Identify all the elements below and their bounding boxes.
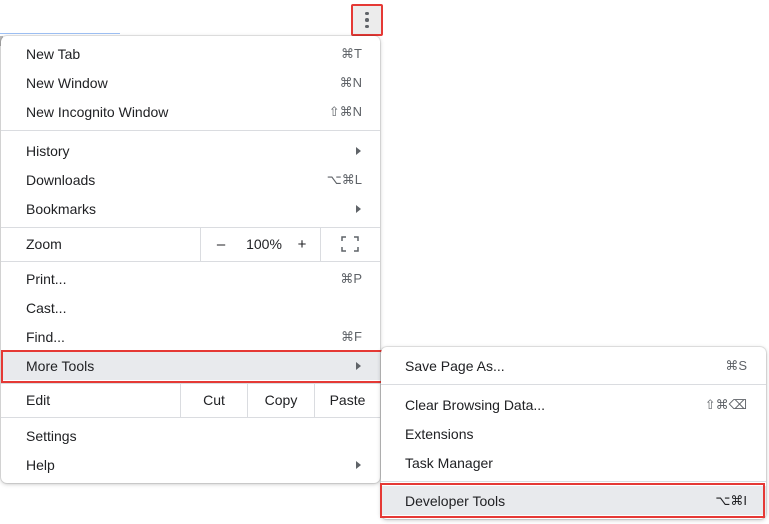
edit-label: Edit [26,392,51,408]
menu-item-shortcut: ⌘P [340,270,362,286]
menu-item-more-tools[interactable]: More Tools [1,351,380,380]
menu-item-label: Extensions [405,425,474,442]
fullscreen-icon[interactable] [341,236,359,252]
kebab-icon [365,11,369,29]
menu-item-label: History [26,142,70,159]
more-tools-submenu: Save Page As... ⌘S Clear Browsing Data..… [381,347,766,519]
menu-item-label: Cast... [26,299,67,316]
menu-item-label: Print... [26,270,67,287]
zoom-in-button[interactable]: + [292,228,312,261]
copy-button[interactable]: Copy [247,384,314,417]
zoom-row: Zoom – 100% + [1,228,380,261]
menu-item-shortcut: ⌘N [339,74,362,90]
menu-item-shortcut: ⌘F [341,328,362,344]
submenu-arrow-icon [356,460,361,469]
menu-item-shortcut: ⌘S [725,357,747,373]
customize-menu-button[interactable] [351,4,383,36]
menu-item-print[interactable]: Print... ⌘P [1,264,380,293]
menu-item-label: Bookmarks [26,200,97,217]
menu-separator [1,417,380,418]
menu-item-shortcut: ⌘T [341,45,362,61]
menu-item-label: Downloads [26,171,96,188]
menu-item-label: Task Manager [405,454,493,471]
menu-item-new-window[interactable]: New Window ⌘N [1,68,380,97]
menu-item-label: Developer Tools [405,492,506,509]
zoom-label: Zoom [26,236,62,252]
submenu-item-save-page-as[interactable]: Save Page As... ⌘S [381,351,766,380]
submenu-item-task-manager[interactable]: Task Manager [381,448,766,477]
cut-button[interactable]: Cut [180,384,247,417]
menu-item-label: Save Page As... [405,357,505,374]
menu-item-label: Clear Browsing Data... [405,396,546,413]
submenu-item-clear-browsing-data[interactable]: Clear Browsing Data... ⇧⌘⌫ [381,390,766,419]
zoom-out-button[interactable]: – [211,228,231,261]
submenu-arrow-icon [356,361,361,370]
menu-item-bookmarks[interactable]: Bookmarks [1,194,380,223]
submenu-item-developer-tools[interactable]: Developer Tools ⌥⌘I [381,486,766,515]
menu-separator [1,130,380,131]
menu-item-shortcut: ⌥⌘L [326,171,362,187]
menu-item-label: Help [26,456,55,473]
menu-item-new-incognito-window[interactable]: New Incognito Window ⇧⌘N [1,97,380,126]
menu-item-label: New Tab [26,45,81,62]
menu-item-label: New Incognito Window [26,103,169,120]
edit-row: Edit Cut Copy Paste [1,384,380,417]
menu-item-downloads[interactable]: Downloads ⌥⌘L [1,165,380,194]
menu-item-shortcut: ⇧⌘⌫ [704,396,747,412]
paste-button[interactable]: Paste [314,384,380,417]
submenu-arrow-icon [356,146,361,155]
menu-item-shortcut: ⌥⌘I [715,492,747,508]
menu-item-history[interactable]: History [1,136,380,165]
menu-separator [381,384,766,385]
zoom-controls: – 100% + [200,228,321,261]
menu-item-label: Settings [26,427,77,444]
address-bar-focus-line [0,33,120,34]
menu-item-label: More Tools [26,357,95,374]
menu-item-label: Find... [26,328,65,345]
submenu-arrow-icon [356,204,361,213]
chrome-main-menu: New Tab ⌘T New Window ⌘N New Incognito W… [1,36,380,483]
menu-separator [1,261,380,262]
menu-item-cast[interactable]: Cast... [1,293,380,322]
menu-item-find[interactable]: Find... ⌘F [1,322,380,351]
zoom-level: 100% [246,236,282,252]
submenu-item-extensions[interactable]: Extensions [381,419,766,448]
menu-item-shortcut: ⇧⌘N [328,103,362,119]
menu-item-help[interactable]: Help [1,450,380,479]
menu-separator [381,481,766,482]
menu-item-settings[interactable]: Settings [1,421,380,450]
menu-item-new-tab[interactable]: New Tab ⌘T [1,39,380,68]
menu-item-label: New Window [26,74,108,91]
